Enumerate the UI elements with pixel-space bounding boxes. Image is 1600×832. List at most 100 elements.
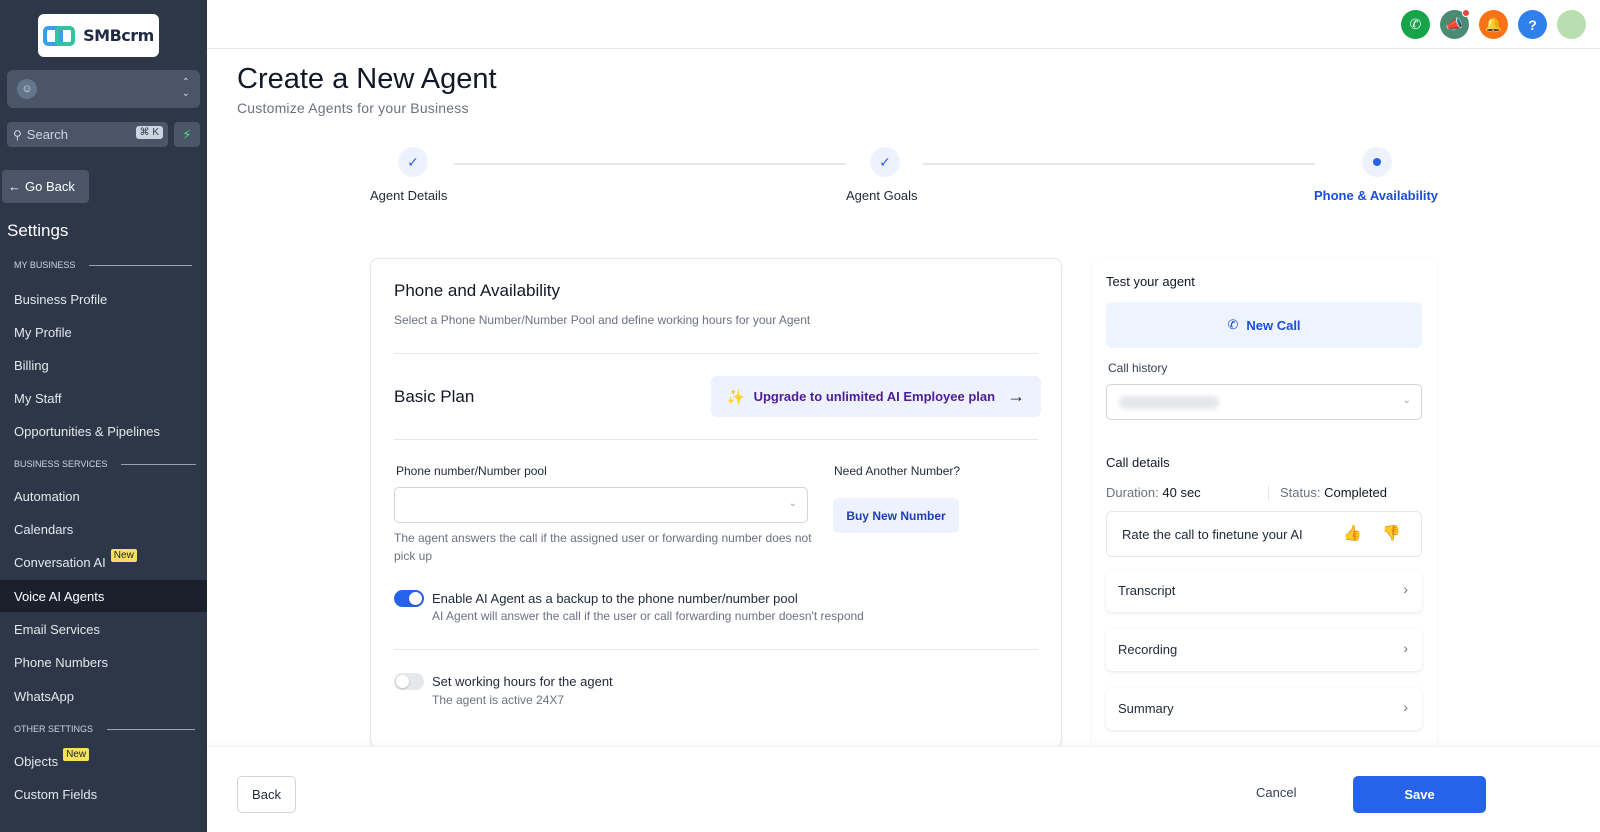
test-agent-panel: Test your agent ✆ New Call Call history … <box>1092 258 1437 748</box>
sidebar-item-phone-numbers[interactable]: Phone Numbers <box>0 646 207 678</box>
call-history-select[interactable]: ⌄ <box>1106 384 1422 420</box>
step-label-agent-details[interactable]: Agent Details <box>370 188 447 203</box>
section-rule <box>107 728 196 730</box>
sidebar-item-label: Phone Numbers <box>14 654 108 670</box>
new-call-button[interactable]: ✆ New Call <box>1106 302 1422 348</box>
summary-section[interactable]: Summary › <box>1106 688 1422 730</box>
divider <box>394 439 1038 440</box>
page-subtitle: Customize Agents for your Business <box>237 100 469 116</box>
divider <box>394 353 1038 354</box>
duration-row: Duration: 40 sec <box>1106 485 1201 500</box>
thumbs-up-icon[interactable]: 👍 <box>1343 524 1362 542</box>
new-badge: New <box>63 747 90 761</box>
help-icon[interactable]: ? <box>1518 10 1547 39</box>
sidebar-item-label: WhatsApp <box>14 688 74 704</box>
rate-call-box: Rate the call to finetune your AI 👍 👎 <box>1106 511 1422 557</box>
recording-section[interactable]: Recording › <box>1106 629 1422 671</box>
bell-icon[interactable]: 🔔 <box>1479 10 1508 39</box>
phone-icon[interactable]: ✆ <box>1401 10 1430 39</box>
toggle-knob <box>409 592 422 605</box>
page-title: Create a New Agent <box>237 63 497 95</box>
chevron-down-icon: ⌄ <box>1402 395 1411 406</box>
sidebar-item-custom-fields[interactable]: Custom Fields <box>0 778 207 810</box>
status-value: Completed <box>1324 485 1387 500</box>
chevron-down-icon: ⌄ <box>788 498 797 509</box>
sidebar-item-objects[interactable]: Objects New <box>0 745 207 777</box>
phone-helper-text: The agent answers the call if the assign… <box>394 531 812 563</box>
sidebar-item-opportunities[interactable]: Opportunities & Pipelines <box>0 415 207 447</box>
section-label-text: MY BUSINESS <box>14 260 76 270</box>
section-my-business: MY BUSINESS <box>14 260 193 270</box>
settings-title: Settings <box>7 221 69 240</box>
plan-name: Basic Plan <box>394 387 475 406</box>
notification-dot <box>1462 9 1470 17</box>
backup-toggle[interactable] <box>394 590 424 607</box>
thumbs-down-icon[interactable]: 👎 <box>1382 524 1401 542</box>
search-input[interactable]: ⚲ Search ⌘ K <box>7 122 168 147</box>
sidebar-item-calendars[interactable]: Calendars <box>0 513 207 545</box>
section-rule <box>121 463 197 465</box>
chevron-right-icon: › <box>1403 640 1408 656</box>
back-button[interactable]: Back <box>237 776 296 813</box>
step-label-agent-goals[interactable]: Agent Goals <box>846 188 918 203</box>
sidebar-item-email-services[interactable]: Email Services <box>0 613 207 645</box>
card-title: Phone and Availability <box>394 281 561 300</box>
step-2-check-icon: ✓ <box>870 147 900 177</box>
card-description: Select a Phone Number/Number Pool and de… <box>394 313 811 327</box>
step-1-check-icon: ✓ <box>398 147 428 177</box>
megaphone-icon[interactable]: 📣 <box>1440 9 1470 39</box>
cancel-button[interactable]: Cancel <box>1256 785 1296 800</box>
sidebar-item-label: Objects <box>14 753 59 769</box>
chevron-right-icon: › <box>1403 581 1408 597</box>
transcript-label: Transcript <box>1118 583 1176 598</box>
sidebar-item-billing[interactable]: Billing <box>0 349 207 381</box>
step-label-phone-availability[interactable]: Phone & Availability <box>1314 188 1438 203</box>
logo-text: SMBcrm <box>83 26 154 45</box>
backup-toggle-subtitle: AI Agent will answer the call if the use… <box>432 609 864 623</box>
lightning-icon: ⚡ <box>182 126 192 142</box>
sidebar-item-automation[interactable]: Automation <box>0 480 207 512</box>
phone-call-icon: ✆ <box>1227 317 1239 332</box>
save-button[interactable]: Save <box>1353 776 1486 813</box>
sidebar-item-whatsapp[interactable]: WhatsApp <box>0 680 207 712</box>
backup-toggle-title: Enable AI Agent as a backup to the phone… <box>432 591 798 606</box>
search-icon: ⚲ <box>13 127 22 142</box>
transcript-section[interactable]: Transcript › <box>1106 570 1422 612</box>
section-other-settings: OTHER SETTINGS <box>14 724 196 734</box>
go-back-button[interactable]: ← Go Back <box>2 170 89 203</box>
search-shortcut: ⌘ K <box>135 126 163 139</box>
blurred-call-entry <box>1119 396 1219 409</box>
sidebar-item-my-staff[interactable]: My Staff <box>0 382 207 414</box>
sidebar-item-my-profile[interactable]: My Profile <box>0 316 207 348</box>
sidebar-item-label: Voice AI Agents <box>14 588 105 604</box>
sidebar-item-label: Billing <box>14 357 49 373</box>
step-3-current-icon <box>1362 147 1392 177</box>
chevron-up-down-icon: ⌃ ⌄ <box>181 77 190 99</box>
working-hours-toggle[interactable] <box>394 673 424 690</box>
section-rule <box>89 264 193 266</box>
new-call-label: New Call <box>1246 317 1301 333</box>
divider <box>394 649 1038 650</box>
user-avatar[interactable] <box>1557 10 1586 39</box>
search-placeholder: Search <box>26 127 68 142</box>
buy-new-number-button[interactable]: Buy New Number <box>833 498 959 533</box>
working-hours-title: Set working hours for the agent <box>432 674 613 689</box>
section-label-text: BUSINESS SERVICES <box>14 459 108 469</box>
need-number-label: Need Another Number? <box>834 464 961 478</box>
new-badge: New <box>110 548 137 562</box>
call-details-label: Call details <box>1106 455 1170 470</box>
sidebar-item-label: Opportunities & Pipelines <box>14 423 160 439</box>
upgrade-plan-button[interactable]: ✨ Upgrade to unlimited AI Employee plan … <box>711 376 1041 417</box>
quick-action-button[interactable]: ⚡ <box>174 122 200 147</box>
phone-field-label: Phone number/Number pool <box>396 464 547 478</box>
go-back-label: Go Back <box>25 179 75 194</box>
sidebar-item-conversation-ai[interactable]: Conversation AI New <box>0 546 207 578</box>
account-switcher[interactable]: ☺ ⌃ ⌄ <box>7 70 200 108</box>
phone-availability-card: Phone and Availability Select a Phone Nu… <box>370 258 1062 748</box>
step-connector <box>923 163 1315 165</box>
sidebar-item-business-profile[interactable]: Business Profile <box>0 283 207 315</box>
phone-number-select[interactable]: ⌄ <box>394 487 808 523</box>
sidebar-item-voice-ai-agents[interactable]: Voice AI Agents <box>0 580 207 612</box>
logo[interactable]: SMBcrm <box>38 14 159 57</box>
toggle-knob <box>396 675 409 688</box>
